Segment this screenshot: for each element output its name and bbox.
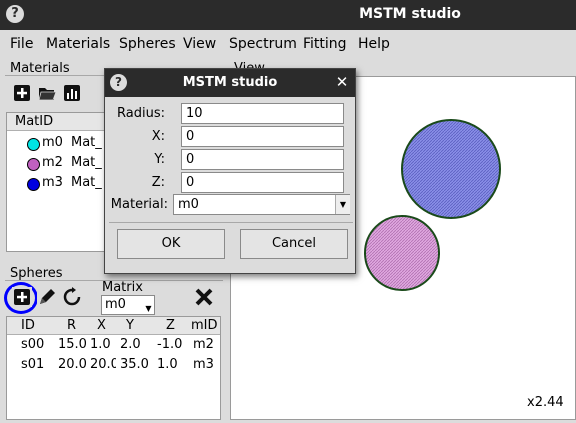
dialog-divider [109, 222, 353, 223]
table-row[interactable]: s01 20.0 20.0 35.0 1.0 m3 [7, 356, 220, 376]
radius-input[interactable]: 10 [181, 103, 344, 124]
col-header-x[interactable]: X [97, 318, 106, 333]
cell-id: s01 [21, 357, 45, 372]
help-icon[interactable]: ? [110, 74, 127, 91]
ok-button[interactable]: OK [117, 229, 225, 259]
cell-id: s00 [21, 337, 45, 352]
menu-fitting[interactable]: Fitting [303, 36, 347, 52]
cell-y: 2.0 [120, 337, 141, 352]
delete-sphere-button[interactable] [193, 286, 215, 308]
cancel-button[interactable]: Cancel [240, 229, 348, 259]
col-header-y[interactable]: Y [126, 318, 134, 333]
material-select-value: m0 [178, 197, 199, 212]
x-input[interactable]: 0 [181, 126, 344, 147]
cell-r: 15.0 [58, 337, 86, 352]
window-title: MSTM studio [359, 6, 461, 22]
folder-open-icon [38, 88, 57, 101]
material-id: m2 [42, 155, 63, 170]
chevron-down-icon: ▼ [335, 195, 350, 214]
sphere-s00[interactable] [364, 215, 440, 291]
cell-mid: m3 [193, 357, 214, 372]
materials-label: Materials [10, 61, 70, 76]
plus-icon [14, 85, 30, 101]
matrix-select-value: m0 [105, 297, 126, 312]
z-input[interactable]: 0 [181, 172, 344, 193]
plot-material-button[interactable] [62, 83, 82, 103]
edit-sphere-button[interactable] [37, 287, 57, 307]
close-icon [195, 288, 213, 306]
cell-z: -1.0 [157, 337, 183, 352]
menu-help[interactable]: Help [358, 36, 390, 52]
bar-chart-icon [64, 85, 80, 101]
y-label: Y: [154, 152, 165, 167]
pencil-icon [40, 289, 55, 304]
material-name: Mat_ [71, 135, 102, 150]
material-color-dot [27, 138, 40, 151]
menu-spheres[interactable]: Spheres [119, 36, 176, 52]
matrix-label: Matrix [102, 280, 143, 295]
help-icon[interactable]: ? [6, 5, 24, 23]
menu-view[interactable]: View [183, 36, 216, 52]
material-id: m0 [42, 135, 63, 150]
radius-label: Radius: [117, 106, 165, 121]
table-header [7, 317, 220, 335]
col-header-mid[interactable]: mID [191, 318, 218, 333]
add-sphere-dialog: ? MSTM studio ✕ Radius: 10 X: 0 Y: 0 Z: … [104, 68, 356, 274]
col-header-r[interactable]: R [67, 318, 76, 333]
matrix-select[interactable]: m0 ▼ [101, 295, 155, 315]
material-name: Mat_ [71, 175, 102, 190]
material-color-dot [27, 158, 40, 171]
zoom-level: x2.44 [527, 395, 564, 410]
col-header-z[interactable]: Z [166, 318, 175, 333]
refresh-sphere-button[interactable] [62, 287, 82, 307]
close-icon[interactable]: ✕ [333, 73, 351, 91]
y-input[interactable]: 0 [181, 149, 344, 170]
x-label: X: [151, 129, 165, 144]
material-color-dot [27, 178, 40, 191]
material-name: Mat_ [71, 155, 102, 170]
cell-x: 20.0 [90, 357, 116, 372]
menu-materials[interactable]: Materials [46, 36, 110, 52]
col-header-id[interactable]: ID [21, 318, 35, 333]
plus-icon [14, 289, 30, 305]
open-material-button[interactable] [37, 83, 57, 103]
z-label: Z: [151, 175, 165, 190]
menubar: File Materials Spheres View Spectrum Fit… [0, 30, 576, 58]
material-label: Material: [110, 197, 168, 212]
cell-r: 20.0 [58, 357, 86, 372]
cell-z: 1.0 [157, 357, 178, 372]
chevron-down-icon: ▼ [145, 304, 152, 313]
spheres-table[interactable]: ID R X Y Z mID s00 15.0 1.0 2.0 -1.0 m2 … [6, 316, 221, 420]
add-material-button[interactable] [12, 83, 32, 103]
cell-x: 1.0 [90, 337, 111, 352]
table-row[interactable]: s00 15.0 1.0 2.0 -1.0 m2 [7, 336, 220, 356]
dialog-title-bar: ? MSTM studio ✕ [105, 69, 355, 97]
main-title-bar: ? MSTM studio [0, 0, 576, 30]
material-select[interactable]: m0 ▼ [173, 194, 350, 215]
refresh-icon [63, 287, 81, 306]
cell-mid: m2 [193, 337, 214, 352]
matid-header[interactable]: MatID [7, 113, 107, 131]
material-id: m3 [42, 175, 63, 190]
cell-y: 35.0 [120, 357, 149, 372]
sphere-s01[interactable] [401, 119, 501, 219]
menu-spectrum[interactable]: Spectrum [229, 36, 297, 52]
add-sphere-button[interactable] [12, 287, 32, 307]
menu-file[interactable]: File [10, 36, 33, 52]
dialog-title: MSTM studio [182, 75, 278, 90]
spheres-label: Spheres [10, 266, 63, 281]
